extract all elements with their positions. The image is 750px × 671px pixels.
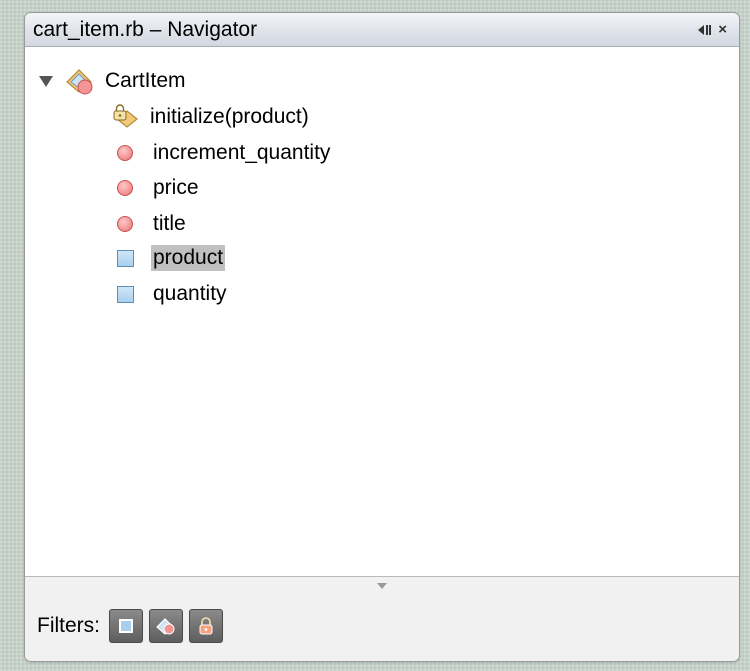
method-icon — [117, 145, 133, 161]
filters-row: Filters: — [37, 609, 229, 643]
title-controls: × — [698, 22, 731, 37]
close-icon[interactable]: × — [718, 22, 727, 37]
tree-node-initialize[interactable]: initialize(product) — [111, 101, 311, 133]
filter-inherited-button[interactable] — [149, 609, 183, 643]
tree-node-label: title — [153, 212, 186, 235]
tree-node-increment-quantity[interactable]: increment_quantity — [111, 137, 332, 169]
tree-node-label: initialize(product) — [150, 105, 309, 128]
tree-node-cartitem[interactable]: CartItem — [39, 65, 188, 97]
tree-node-label: quantity — [153, 282, 227, 305]
tree-node-label: product — [151, 245, 226, 271]
filter-private-button[interactable] — [189, 609, 223, 643]
show-private-icon — [199, 617, 213, 635]
panel-title: cart_item.rb – Navigator — [33, 17, 258, 41]
class-icon — [66, 69, 93, 95]
show-inherited-icon — [156, 618, 175, 635]
tree-node-quantity[interactable]: quantity — [111, 278, 229, 310]
tree-node-label: price — [153, 176, 199, 199]
filter-fields-button[interactable] — [109, 609, 143, 643]
filters-label: Filters: — [37, 614, 100, 637]
scroll-down-indicator-icon — [377, 583, 387, 589]
tree-node-price[interactable]: price — [111, 172, 201, 204]
navigator-panel: cart_item.rb – Navigator × CartItem init… — [24, 12, 740, 662]
field-icon — [117, 249, 134, 267]
minimize-icon[interactable] — [698, 24, 709, 35]
navigator-tree: CartItem initialize(product) increment_q… — [25, 47, 739, 577]
constructor-icon — [113, 104, 138, 128]
tree-node-label: increment_quantity — [153, 141, 331, 164]
expand-triangle-icon[interactable] — [39, 75, 53, 87]
filter-bar: Filters: — [25, 576, 739, 661]
method-icon — [117, 180, 133, 196]
tree-node-label: CartItem — [105, 69, 186, 92]
field-icon — [117, 285, 134, 303]
show-fields-icon — [119, 619, 133, 633]
tree-node-product[interactable]: product — [111, 242, 226, 274]
method-icon — [117, 216, 133, 232]
tree-node-title[interactable]: title — [111, 208, 188, 240]
title-bar: cart_item.rb – Navigator × — [25, 13, 739, 47]
